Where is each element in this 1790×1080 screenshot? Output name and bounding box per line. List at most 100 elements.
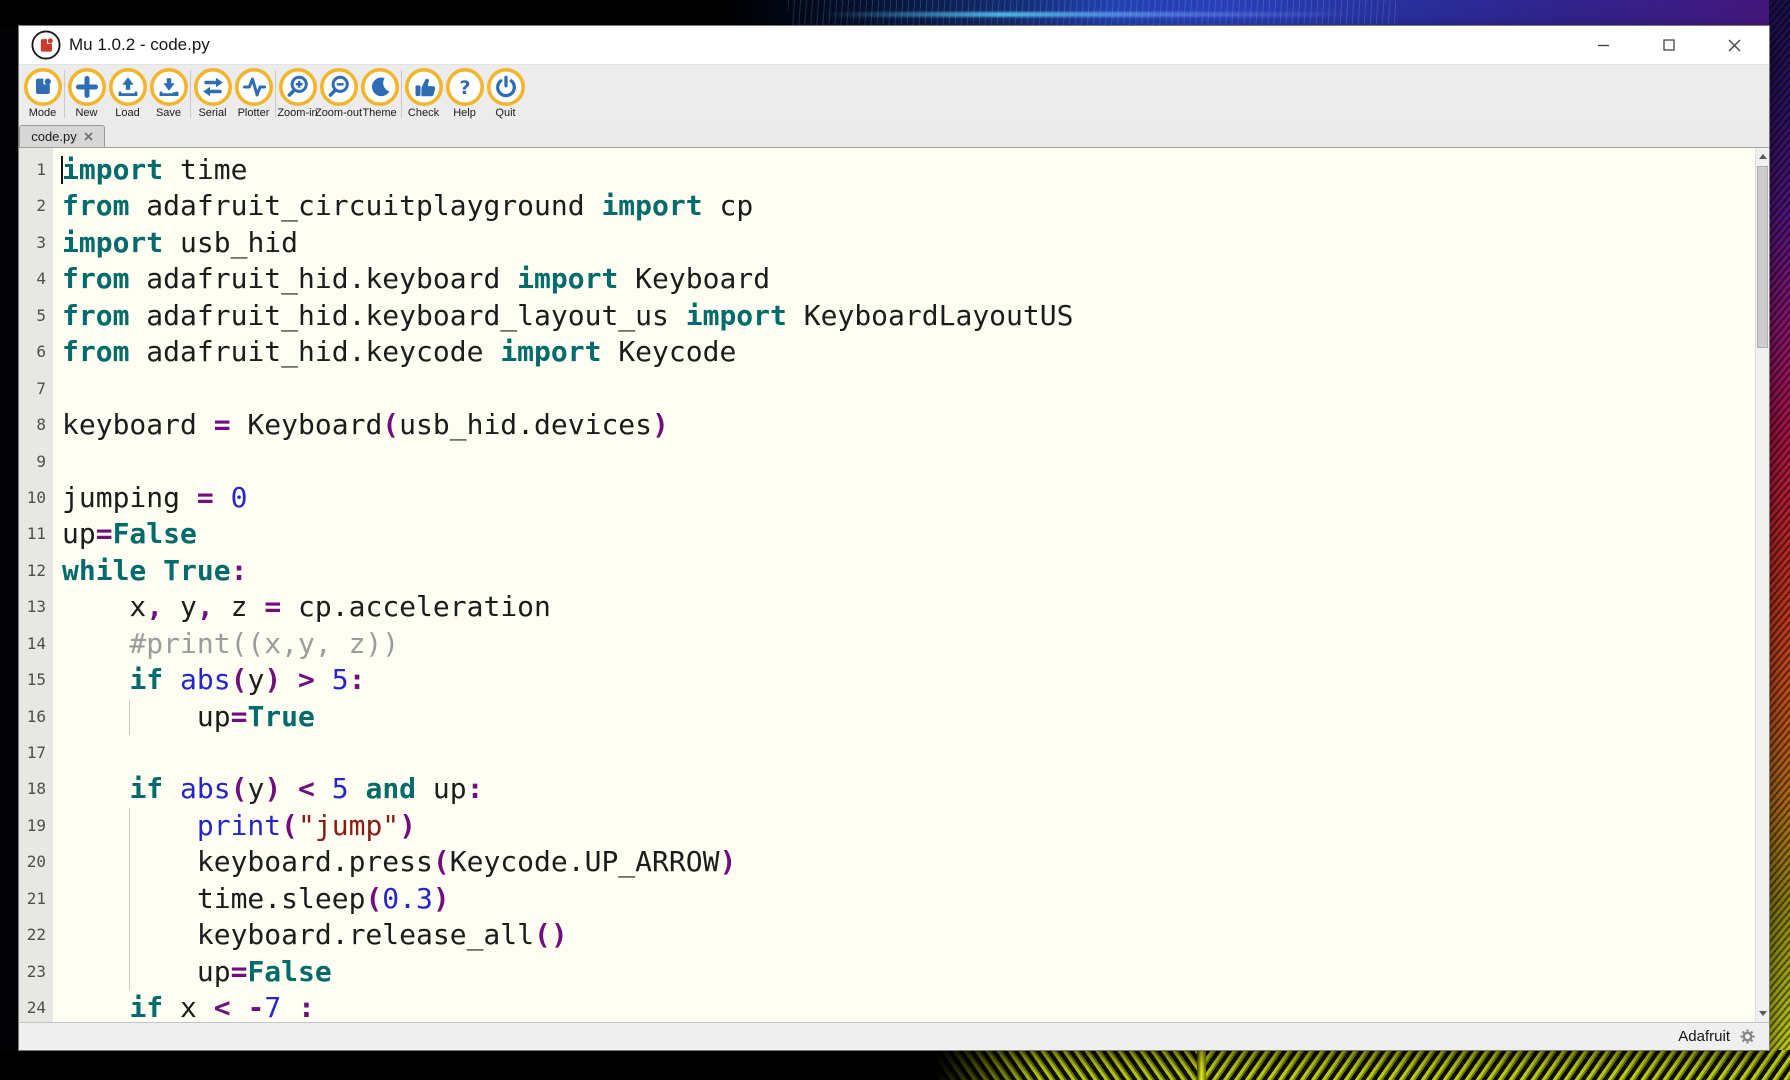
toolbar-separator (275, 70, 276, 118)
line-number: 13 (19, 589, 53, 625)
status-bar: Adafruit (19, 1022, 1769, 1050)
mode-status-label: Adafruit (1678, 1028, 1730, 1045)
toolbar-button-help[interactable]: ? Help (444, 67, 485, 119)
close-button[interactable] (1711, 26, 1757, 64)
code-line[interactable]: from adafruit_hid.keyboard import Keyboa… (53, 261, 1755, 297)
feather-barbs-left (935, 1050, 1197, 1080)
toolbar-button-new[interactable]: New (66, 67, 107, 119)
code-line[interactable]: x, y, z = cp.acceleration (53, 589, 1755, 625)
close-icon (1728, 39, 1741, 52)
code-line[interactable]: #print((x,y, z)) (53, 626, 1755, 662)
line-number: 5 (19, 298, 53, 334)
line-number: 1 (19, 152, 53, 188)
toolbar-separator (64, 70, 65, 118)
code-editor: 123456789101112131415161718192021222324 … (19, 148, 1769, 1022)
toolbar-button-serial[interactable]: Serial (192, 67, 233, 119)
code-line[interactable]: from adafruit_hid.keyboard_layout_us imp… (53, 298, 1755, 334)
feather-spine (1197, 1050, 1206, 1080)
toolbar-separator (401, 70, 402, 118)
code-text-area[interactable]: import timefrom adafruit_circuitplaygrou… (53, 148, 1755, 1022)
scrollbar-thumb[interactable] (1757, 166, 1768, 348)
tab-bar: code.py (19, 122, 1769, 148)
toolbar-button-label: Load (115, 107, 139, 119)
feather-barbs-right (1206, 1050, 1790, 1080)
toolbar-button-zoom-in[interactable]: Zoom-in (277, 67, 318, 119)
scroll-down-button[interactable] (1756, 1006, 1769, 1021)
scroll-up-button[interactable] (1756, 149, 1769, 164)
code-line[interactable]: up=False (53, 954, 1755, 990)
indent-guide (129, 954, 130, 990)
code-line[interactable]: print("jump") (53, 808, 1755, 844)
toolbar-button-label: Mode (29, 107, 57, 119)
toolbar-button-mode[interactable]: Mode (22, 67, 63, 119)
line-number: 22 (19, 917, 53, 953)
power-icon (486, 67, 526, 107)
code-line[interactable]: up=True (53, 699, 1755, 735)
toolbar-button-label: Help (453, 107, 476, 119)
code-line[interactable]: keyboard.release_all() (53, 917, 1755, 953)
toolbar-button-save[interactable]: Save (148, 67, 189, 119)
line-number: 21 (19, 881, 53, 917)
toolbar-button-label: Theme (362, 107, 396, 119)
toolbar-button-label: New (75, 107, 97, 119)
question-icon: ? (445, 67, 485, 107)
code-line[interactable]: keyboard.press(Keycode.UP_ARROW) (53, 844, 1755, 880)
toolbar-button-check[interactable]: Check (403, 67, 444, 119)
line-number: 18 (19, 771, 53, 807)
code-line[interactable]: import usb_hid (53, 225, 1755, 261)
code-line[interactable]: import time (53, 152, 1755, 188)
toolbar-button-zoom-out[interactable]: Zoom-out (318, 67, 359, 119)
toolbar-button-plotter[interactable]: Plotter (233, 67, 274, 119)
pulse-icon (234, 67, 274, 107)
line-number: 11 (19, 516, 53, 552)
code-line[interactable]: keyboard = Keyboard(usb_hid.devices) (53, 407, 1755, 443)
line-number: 10 (19, 480, 53, 516)
minimize-icon (1598, 39, 1610, 51)
code-line[interactable]: from adafruit_circuitplayground import c… (53, 188, 1755, 224)
line-number: 20 (19, 844, 53, 880)
code-line[interactable]: jumping = 0 (53, 480, 1755, 516)
code-line[interactable]: up=False (53, 516, 1755, 552)
magnifier-minus-icon (319, 67, 359, 107)
arrow-down-icon (1759, 1011, 1767, 1016)
indent-guide (129, 699, 130, 735)
plus-icon (67, 67, 107, 107)
code-line[interactable] (53, 371, 1755, 407)
tab-close-icon[interactable] (84, 132, 93, 141)
window-title: Mu 1.0.2 - code.py (69, 35, 210, 55)
svg-text:?: ? (459, 77, 470, 99)
mu-editor-window: Mu 1.0.2 - code.py Mode New Load SaveSerial… (19, 26, 1769, 1050)
vertical-scrollbar[interactable] (1755, 148, 1769, 1022)
code-line[interactable]: from adafruit_hid.keycode import Keycode (53, 334, 1755, 370)
code-line[interactable]: if abs(y) < 5 and up: (53, 771, 1755, 807)
code-line[interactable]: time.sleep(0.3) (53, 881, 1755, 917)
tab-code-py[interactable]: code.py (19, 125, 105, 147)
toolbar-button-label: Check (408, 107, 439, 119)
code-line[interactable]: if x < -7 : (53, 990, 1755, 1022)
minimize-button[interactable] (1581, 26, 1627, 64)
line-number: 17 (19, 735, 53, 771)
toolbar-button-label: Plotter (238, 107, 270, 119)
arrows-exchange-icon (193, 67, 233, 107)
code-line[interactable]: if abs(y) > 5: (53, 662, 1755, 698)
toolbar-separator (190, 70, 191, 118)
line-number: 4 (19, 261, 53, 297)
upload-icon (108, 67, 148, 107)
toolbar-button-label: Zoom-out (315, 107, 362, 119)
toolbar-button-label: Quit (495, 107, 515, 119)
code-line[interactable] (53, 444, 1755, 480)
toolbar-button-quit[interactable]: Quit (485, 67, 526, 119)
maximize-icon (1663, 39, 1675, 51)
toolbar-button-load[interactable]: Load (107, 67, 148, 119)
wallpaper-top-feather (0, 0, 1790, 26)
toolbar-button-label: Zoom-in (277, 107, 317, 119)
gear-icon[interactable] (1739, 1028, 1756, 1045)
indent-guide (129, 917, 130, 953)
indent-guide (129, 808, 130, 844)
mu-logo-icon (23, 67, 63, 107)
code-line[interactable]: while True: (53, 553, 1755, 589)
maximize-button[interactable] (1646, 26, 1692, 64)
code-line[interactable] (53, 735, 1755, 771)
toolbar: Mode New Load SaveSerial Plotter Zoom-inZoom-… (19, 65, 1769, 122)
toolbar-button-theme[interactable]: Theme (359, 67, 400, 119)
